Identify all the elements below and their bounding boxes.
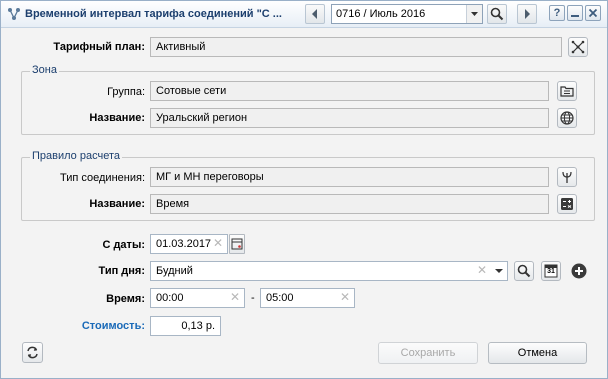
connection-type-label: Тип соединения: [60, 172, 145, 184]
title-bar: Временной интервал тарифа соединений "С … [1, 1, 607, 28]
period-select[interactable]: 0716 / Июль 2016 [331, 4, 483, 24]
save-button[interactable]: Сохранить [378, 342, 478, 364]
clear-icon[interactable]: ✕ [230, 290, 240, 304]
clear-icon[interactable]: ✕ [213, 236, 223, 250]
calculator-select-button[interactable] [557, 194, 577, 214]
rule-group-title: Правило расчета [30, 150, 122, 162]
clear-icon[interactable]: ✕ [340, 290, 350, 304]
window-title: Временной интервал тарифа соединений "С … [25, 8, 282, 20]
clear-icon[interactable]: ✕ [477, 263, 487, 277]
day-type-search-button[interactable] [514, 261, 534, 281]
refresh-button[interactable] [22, 342, 43, 363]
period-value: 0716 / Июль 2016 [336, 8, 426, 20]
chevron-down-icon [466, 5, 482, 23]
zone-name-label: Название: [89, 112, 145, 124]
rule-name-label: Название: [89, 198, 145, 210]
day-type-label: Тип дня: [98, 265, 145, 277]
zone-name-field[interactable]: Уральский регион [150, 108, 549, 128]
help-button[interactable]: ? [549, 5, 565, 21]
cancel-button[interactable]: Отмена [488, 342, 587, 364]
tariff-interval-window: Временной интервал тарифа соединений "С … [0, 0, 608, 379]
tariff-plan-select-button[interactable] [568, 37, 588, 57]
calendar-day-label: 31 [547, 268, 555, 275]
rule-name-field[interactable]: Время [150, 194, 549, 214]
connection-type-field[interactable]: МГ и МН переговоры [150, 167, 549, 187]
globe-select-button[interactable] [557, 108, 577, 128]
add-circle-icon[interactable] [570, 262, 588, 280]
close-button[interactable] [585, 5, 601, 21]
tariff-plan-field[interactable]: Активный [150, 37, 562, 57]
date-from-label: С даты: [102, 239, 145, 251]
date-picker-button[interactable] [229, 234, 245, 254]
zone-group-label: Группа: [107, 86, 145, 98]
prev-period-button[interactable] [305, 4, 325, 24]
next-period-button[interactable] [517, 4, 537, 24]
help-label: ? [553, 7, 561, 19]
day-type-select[interactable]: Будний [150, 261, 508, 281]
cost-input[interactable]: 0,13 р. [150, 316, 221, 336]
search-period-button[interactable] [487, 4, 507, 24]
minimize-button[interactable] [567, 5, 583, 21]
folder-select-button[interactable] [557, 81, 577, 101]
tariff-plan-label: Тарифный план: [53, 41, 145, 53]
zone-group-title: Зона [30, 64, 59, 76]
calendar-button[interactable]: 31 [541, 261, 561, 281]
chevron-down-icon[interactable] [491, 262, 507, 280]
cost-label[interactable]: Стоимость: [82, 320, 145, 332]
time-separator: - [251, 292, 255, 304]
zone-group-field[interactable]: Сотовые сети [150, 81, 549, 101]
time-label: Время: [106, 293, 145, 305]
tariff-tree-icon [7, 7, 21, 21]
antenna-select-button[interactable] [557, 167, 577, 187]
